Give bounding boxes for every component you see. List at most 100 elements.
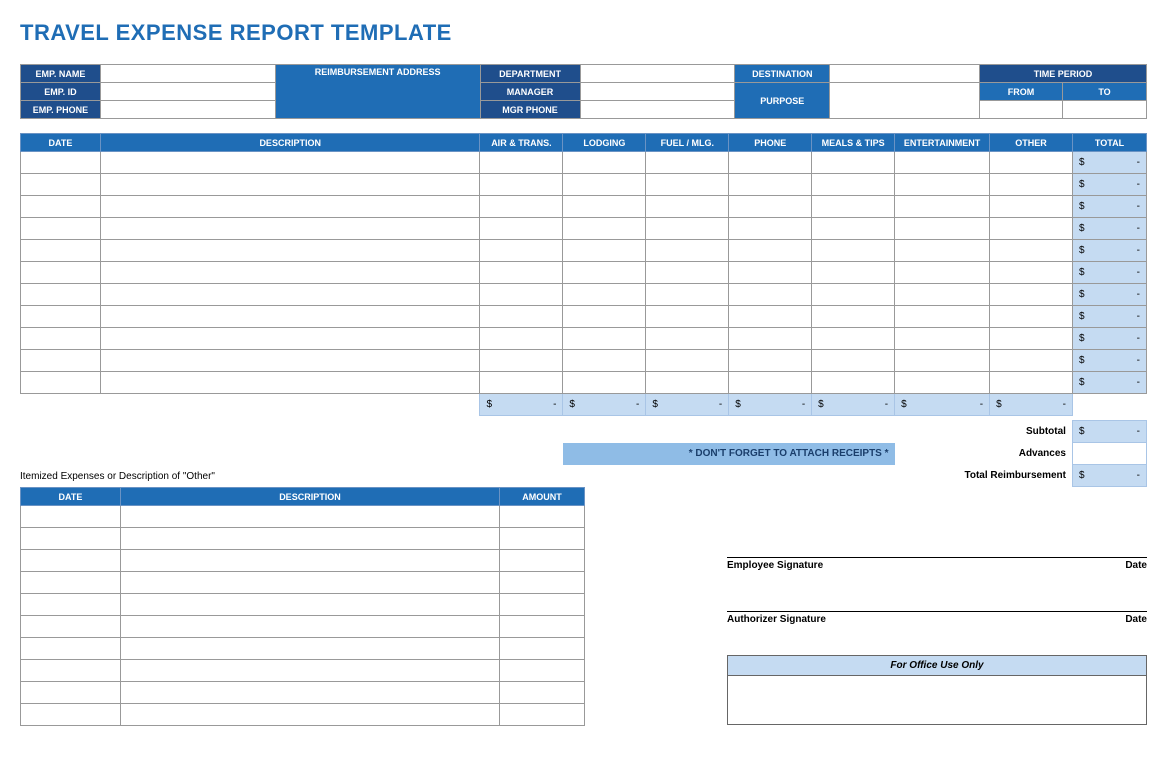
expense-cell[interactable] xyxy=(21,328,101,350)
expense-cell[interactable] xyxy=(563,196,646,218)
itemized-cell[interactable] xyxy=(120,594,499,616)
expense-cell[interactable] xyxy=(895,372,990,394)
itemized-row[interactable] xyxy=(21,572,585,594)
expense-cell[interactable] xyxy=(100,350,480,372)
expense-cell[interactable] xyxy=(895,262,990,284)
itemized-cell[interactable] xyxy=(21,660,121,682)
purpose-field[interactable] xyxy=(830,83,980,119)
expense-cell[interactable] xyxy=(812,174,895,196)
itemized-cell[interactable] xyxy=(120,682,499,704)
expense-cell[interactable] xyxy=(990,174,1073,196)
expense-cell[interactable] xyxy=(21,262,101,284)
expense-cell[interactable] xyxy=(990,328,1073,350)
itemized-cell[interactable] xyxy=(21,550,121,572)
expense-cell[interactable] xyxy=(480,262,563,284)
expense-cell[interactable] xyxy=(563,284,646,306)
expense-cell[interactable] xyxy=(990,196,1073,218)
expense-cell[interactable] xyxy=(990,218,1073,240)
expense-cell[interactable] xyxy=(729,262,812,284)
expense-row[interactable]: $- xyxy=(21,174,1147,196)
expense-cell[interactable] xyxy=(895,196,990,218)
expense-cell[interactable] xyxy=(895,350,990,372)
expense-cell[interactable] xyxy=(646,262,729,284)
expense-cell[interactable] xyxy=(895,218,990,240)
expense-cell[interactable] xyxy=(646,350,729,372)
emp-phone-field[interactable] xyxy=(100,101,275,119)
expense-cell[interactable] xyxy=(729,196,812,218)
emp-id-field[interactable] xyxy=(100,83,275,101)
expense-cell[interactable] xyxy=(21,240,101,262)
expense-cell[interactable] xyxy=(812,262,895,284)
expense-cell[interactable] xyxy=(563,350,646,372)
expense-cell[interactable] xyxy=(646,306,729,328)
itemized-cell[interactable] xyxy=(500,616,585,638)
expense-cell[interactable] xyxy=(100,328,480,350)
itemized-row[interactable] xyxy=(21,616,585,638)
expense-cell[interactable] xyxy=(563,152,646,174)
mgrphone-field[interactable] xyxy=(580,101,735,119)
itemized-cell[interactable] xyxy=(120,704,499,726)
itemized-cell[interactable] xyxy=(120,572,499,594)
expense-cell[interactable] xyxy=(21,350,101,372)
itemized-cell[interactable] xyxy=(21,616,121,638)
itemized-cell[interactable] xyxy=(120,638,499,660)
itemized-cell[interactable] xyxy=(500,594,585,616)
expense-cell[interactable] xyxy=(646,174,729,196)
expense-cell[interactable] xyxy=(480,372,563,394)
dest-field[interactable] xyxy=(830,65,980,83)
expense-cell[interactable] xyxy=(646,218,729,240)
expense-cell[interactable] xyxy=(100,262,480,284)
itemized-row[interactable] xyxy=(21,506,585,528)
dept-field[interactable] xyxy=(580,65,735,83)
expense-cell[interactable] xyxy=(646,372,729,394)
itemized-cell[interactable] xyxy=(21,638,121,660)
expense-cell[interactable] xyxy=(563,306,646,328)
expense-cell[interactable] xyxy=(480,218,563,240)
expense-cell[interactable] xyxy=(729,350,812,372)
expense-cell[interactable] xyxy=(480,350,563,372)
expense-cell[interactable] xyxy=(895,174,990,196)
expense-row[interactable]: $- xyxy=(21,306,1147,328)
expense-cell[interactable] xyxy=(480,196,563,218)
expense-cell[interactable] xyxy=(729,306,812,328)
expense-cell[interactable] xyxy=(729,372,812,394)
expense-cell[interactable] xyxy=(812,240,895,262)
expense-cell[interactable] xyxy=(895,152,990,174)
itemized-cell[interactable] xyxy=(120,528,499,550)
expense-cell[interactable] xyxy=(21,196,101,218)
itemized-cell[interactable] xyxy=(21,572,121,594)
expense-cell[interactable] xyxy=(480,240,563,262)
expense-cell[interactable] xyxy=(646,240,729,262)
expense-cell[interactable] xyxy=(100,306,480,328)
expense-cell[interactable] xyxy=(100,174,480,196)
expense-cell[interactable] xyxy=(21,218,101,240)
emp-name-field[interactable] xyxy=(100,65,275,83)
expense-cell[interactable] xyxy=(729,174,812,196)
expense-cell[interactable] xyxy=(990,372,1073,394)
itemized-cell[interactable] xyxy=(500,550,585,572)
itemized-cell[interactable] xyxy=(21,594,121,616)
expense-cell[interactable] xyxy=(646,152,729,174)
itemized-cell[interactable] xyxy=(120,660,499,682)
expense-cell[interactable] xyxy=(990,306,1073,328)
to-field[interactable] xyxy=(1063,101,1147,119)
expense-cell[interactable] xyxy=(563,372,646,394)
expense-cell[interactable] xyxy=(812,284,895,306)
expense-cell[interactable] xyxy=(895,284,990,306)
expense-cell[interactable] xyxy=(729,284,812,306)
expense-cell[interactable] xyxy=(812,328,895,350)
itemized-row[interactable] xyxy=(21,704,585,726)
expense-cell[interactable] xyxy=(729,328,812,350)
expense-row[interactable]: $- xyxy=(21,152,1147,174)
expense-row[interactable]: $- xyxy=(21,262,1147,284)
expense-cell[interactable] xyxy=(990,240,1073,262)
expense-cell[interactable] xyxy=(646,196,729,218)
itemized-cell[interactable] xyxy=(500,638,585,660)
expense-cell[interactable] xyxy=(100,196,480,218)
expense-cell[interactable] xyxy=(729,152,812,174)
expense-cell[interactable] xyxy=(21,174,101,196)
expense-cell[interactable] xyxy=(646,328,729,350)
expense-cell[interactable] xyxy=(646,284,729,306)
expense-cell[interactable] xyxy=(990,350,1073,372)
itemized-cell[interactable] xyxy=(500,572,585,594)
